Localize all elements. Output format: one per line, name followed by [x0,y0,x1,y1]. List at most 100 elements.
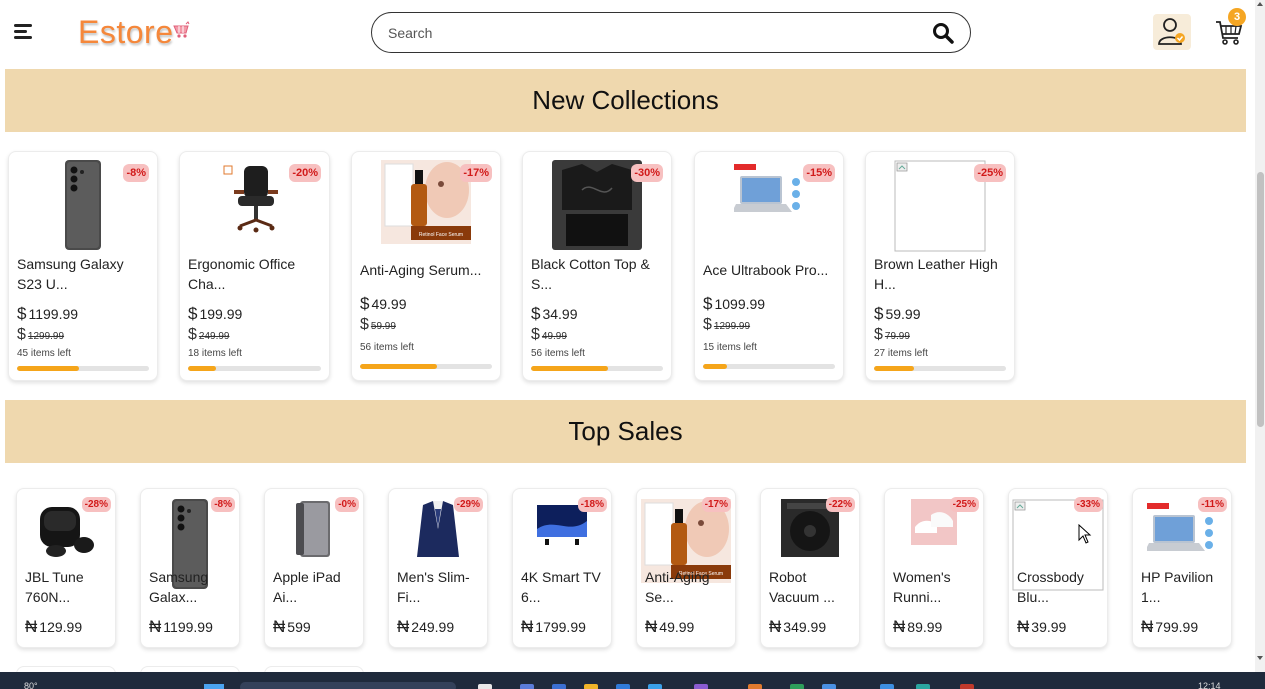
taskbar-app-icon[interactable] [520,684,534,689]
product-card[interactable]: -33% Crossbody Blu... ₦ 39.99 [1008,488,1108,648]
stock-progress-fill [874,366,914,371]
price-value: 199.99 [199,306,243,322]
currency-symbol: $ [703,294,713,313]
original-price: $1299.99 [17,326,64,344]
taskbar-search[interactable] [240,682,456,689]
hamburger-menu-icon[interactable] [14,24,32,40]
product-card[interactable]: Retinol Face Serum -17% Anti-Aging Se...… [636,488,736,648]
search-input[interactable] [388,23,908,43]
price-value: 49.99 [371,296,407,312]
product-name[interactable]: Robot Vacuum ... [769,567,853,607]
scrollbar-thumb[interactable] [1257,172,1264,427]
product-card[interactable]: Retinol Face Serum -17% Anti-Aging Serum… [351,151,501,381]
taskbar-app-icon[interactable] [648,684,662,689]
logo[interactable]: Estore [78,14,173,51]
taskbar-app-icon[interactable] [916,684,930,689]
currency-symbol: $ [17,304,27,323]
stock-progress-bar [531,366,663,371]
product-card[interactable]: -29% Men's Slim-Fi... ₦ 249.99 [388,488,488,648]
product-name[interactable]: Anti-Aging Se... [645,567,729,607]
stock-progress-bar [188,366,321,371]
taskbar-app-icon[interactable] [790,684,804,689]
stock-progress-fill [360,364,437,369]
discount-badge: -33% [1073,497,1103,512]
product-card[interactable]: -18% 4K Smart TV 6... ₦ 1799.99 [512,488,612,648]
taskbar-app-icon[interactable] [616,684,630,689]
product-card[interactable]: -8% Samsung Galax... ₦ 1199.99 [140,488,240,648]
product-name[interactable]: Samsung Galaxy S23 U... [17,254,151,294]
product-name[interactable]: Samsung Galax... [149,567,233,607]
stock-progress-bar [17,366,149,371]
search-icon[interactable] [932,22,954,44]
product-card[interactable]: -28% JBL Tune 760N... ₦ 129.99 [16,488,116,648]
windows-start-icon[interactable] [204,684,224,689]
price-value: 599 [287,619,311,635]
currency-symbol: $ [703,316,712,333]
scroll-up-arrow-icon[interactable] [1257,2,1263,6]
discount-badge: -30% [631,164,663,182]
scroll-down-arrow-icon[interactable] [1257,656,1263,660]
product-name[interactable]: Ergonomic Office Cha... [188,254,323,294]
product-name[interactable]: JBL Tune 760N... [25,567,109,607]
currency-symbol: ₦ [25,617,38,636]
product-name[interactable]: Men's Slim-Fi... [397,567,481,607]
taskbar-app-icon[interactable] [694,684,708,689]
price-value: 249.99 [411,619,455,635]
product-name[interactable]: Ace Ultrabook Pro... [703,260,837,280]
product-name[interactable]: Anti-Aging Serum... [360,260,494,280]
price-value: 1199.99 [28,306,79,322]
user-icon [1158,18,1185,45]
product-name[interactable]: Brown Leather High H... [874,254,1008,294]
discount-badge: -17% [460,164,492,182]
svg-text:Retinol Face Serum: Retinol Face Serum [419,232,463,238]
currency-symbol: ₦ [645,617,658,636]
product-name[interactable]: 4K Smart TV 6... [521,567,605,607]
product-card[interactable]: -15% Ace Ultrabook Pro... $1099.99 $1299… [694,151,844,381]
product-price: ₦ 799.99 [1141,617,1198,637]
os-taskbar [0,672,1265,689]
stock-remaining: 45 items left [17,348,71,359]
price-value: 89.99 [907,619,943,635]
taskbar-app-icon[interactable] [552,684,566,689]
product-name[interactable]: HP Pavilion 1... [1141,567,1225,607]
taskbar-app-icon[interactable] [748,684,762,689]
discount-badge: -20% [289,164,321,182]
discount-badge: -25% [974,164,1006,182]
product-card[interactable]: -22% Robot Vacuum ... ₦ 349.99 [760,488,860,648]
discount-badge: -28% [81,497,111,512]
taskbar-app-icon[interactable] [478,684,492,689]
taskbar-app-icon[interactable] [584,684,598,689]
currency-symbol: ₦ [273,617,286,636]
taskbar-clock: 12:14 [1198,681,1221,689]
product-price: ₦ 129.99 [25,617,82,637]
taskbar-app-icon[interactable] [822,684,836,689]
stock-progress-bar [360,364,492,369]
stock-progress-bar [874,366,1006,371]
search-bar [371,12,971,53]
original-price: $1299.99 [703,316,750,334]
account-button[interactable] [1153,14,1191,50]
discount-badge: -15% [803,164,835,182]
currency-symbol: $ [360,294,370,313]
product-name[interactable]: Crossbody Blu... [1017,567,1101,607]
original-price-value: 1299.99 [713,321,751,332]
product-card[interactable]: -25% Women's Runni... ₦ 89.99 [884,488,984,648]
product-name[interactable]: Women's Runni... [893,567,977,607]
product-card[interactable]: -30% Black Cotton Top & S... $34.99 $49.… [522,151,672,381]
product-card[interactable]: -8% Samsung Galaxy S23 U... $1199.99 $12… [8,151,158,381]
product-card[interactable]: -11% HP Pavilion 1... ₦ 799.99 [1132,488,1232,648]
product-card[interactable]: -20% Ergonomic Office Cha... $199.99 $24… [179,151,330,381]
price-value: 349.99 [783,619,827,635]
product-card[interactable]: -0% Apple iPad Ai... ₦ 599 [264,488,364,648]
product-name[interactable]: Apple iPad Ai... [273,567,357,607]
header: Estore Search 3 [0,0,1255,64]
taskbar-app-icon[interactable] [880,684,894,689]
taskbar-app-icon[interactable] [960,684,974,689]
product-card[interactable]: -25% Brown Leather High H... $59.99 $79.… [865,151,1015,381]
product-name[interactable]: Black Cotton Top & S... [531,254,665,294]
price-value: 39.99 [1031,619,1067,635]
taskbar-weather[interactable]: 80° [24,681,38,689]
currency-symbol: ₦ [1017,617,1030,636]
product-price: ₦ 49.99 [645,617,694,637]
discount-badge: -25% [949,497,979,512]
